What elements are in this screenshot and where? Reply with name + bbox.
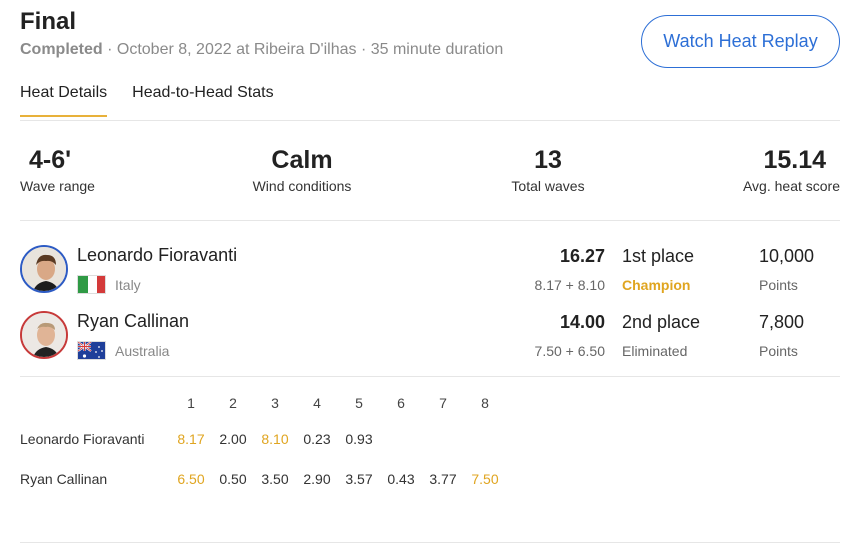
points-label: Points (759, 277, 798, 293)
wave-number-header: 4 (313, 395, 321, 411)
wave-number-header: 7 (439, 395, 447, 411)
wave-number-header: 6 (397, 395, 405, 411)
tabs-divider (20, 120, 840, 121)
stat-wave-range: 4-6' Wave range (20, 146, 120, 194)
stat-value: 13 (534, 146, 562, 174)
result-badge: Eliminated (622, 343, 688, 359)
tab-head-to-head[interactable]: Head-to-Head Stats (132, 84, 273, 117)
wave-number-header: 2 (229, 395, 237, 411)
wave-number-header: 1 (187, 395, 195, 411)
stat-value: Calm (271, 146, 333, 174)
athlete-name[interactable]: Leonardo Fioravanti (77, 245, 237, 266)
athlete-photo-icon (22, 313, 66, 357)
stat-label: Wind conditions (252, 178, 352, 194)
wave-score[interactable]: 3.50 (258, 471, 292, 487)
heat-total: 16.27 (559, 246, 605, 266)
wave-score[interactable]: 0.50 (216, 471, 250, 487)
stat-value: 15.14 (763, 146, 826, 174)
wave-score[interactable]: 8.10 (258, 431, 292, 447)
watch-replay-button[interactable]: Watch Heat Replay (641, 15, 840, 68)
score-breakdown: 8.17 + 8.10 (534, 277, 605, 293)
placement: 2nd place (622, 312, 701, 332)
wave-number-header: 5 (355, 395, 363, 411)
wave-score[interactable]: 0.23 (300, 431, 334, 447)
wave-score[interactable]: 8.17 (174, 431, 208, 447)
athlete-country: Italy (115, 277, 141, 293)
stat-value: 4-6' (29, 146, 72, 174)
result-badge: Champion (622, 277, 691, 293)
athletes-divider (20, 376, 840, 377)
stats-divider (20, 220, 840, 221)
wave-number-header: 3 (271, 395, 279, 411)
placement: 1st place (622, 246, 695, 266)
score-breakdown: 7.50 + 6.50 (534, 343, 605, 359)
wave-score[interactable]: 2.90 (300, 471, 334, 487)
australia-flag-icon (77, 341, 106, 360)
athlete-name[interactable]: Ryan Callinan (77, 311, 189, 332)
wave-score[interactable]: 3.57 (342, 471, 376, 487)
heat-title: Final (20, 8, 77, 35)
wave-score[interactable]: 6.50 (174, 471, 208, 487)
stat-avg-score: 15.14 Avg. heat score (720, 146, 840, 194)
stat-label: Wave range (20, 178, 95, 194)
points-label: Points (759, 343, 798, 359)
italy-flag-icon (77, 275, 106, 294)
wave-row-athlete-name: Ryan Callinan (20, 471, 108, 487)
wave-row-athlete-name: Leonardo Fioravanti (20, 431, 145, 447)
wave-score[interactable]: 3.77 (426, 471, 460, 487)
athlete-photo-icon (22, 247, 66, 291)
wave-score[interactable]: 7.50 (468, 471, 502, 487)
stat-label: Avg. heat score (742, 178, 840, 194)
stat-label: Total waves (511, 178, 585, 194)
avatar[interactable] (20, 311, 68, 359)
wave-score[interactable]: 0.43 (384, 471, 418, 487)
tab-heat-details[interactable]: Heat Details (20, 84, 108, 117)
heat-status: Completed (20, 41, 103, 58)
points-value: 7,800 (759, 312, 805, 332)
wave-score[interactable]: 2.00 (216, 431, 250, 447)
stat-wind: Calm Wind conditions (227, 146, 377, 194)
heat-details: · October 8, 2022 at Ribeira D'ilhas · 3… (102, 41, 504, 58)
stat-total-waves: 13 Total waves (488, 146, 608, 194)
avatar[interactable] (20, 245, 68, 293)
athlete-country: Australia (115, 343, 170, 359)
heat-subtitle: Completed · October 8, 2022 at Ribeira D… (20, 41, 503, 59)
tab-bar: Heat Details Head-to-Head Stats (20, 84, 299, 117)
bottom-divider (20, 542, 840, 543)
heat-total: 14.00 (559, 312, 605, 332)
points-value: 10,000 (759, 246, 815, 266)
wave-number-header: 8 (481, 395, 489, 411)
wave-score[interactable]: 0.93 (342, 431, 376, 447)
